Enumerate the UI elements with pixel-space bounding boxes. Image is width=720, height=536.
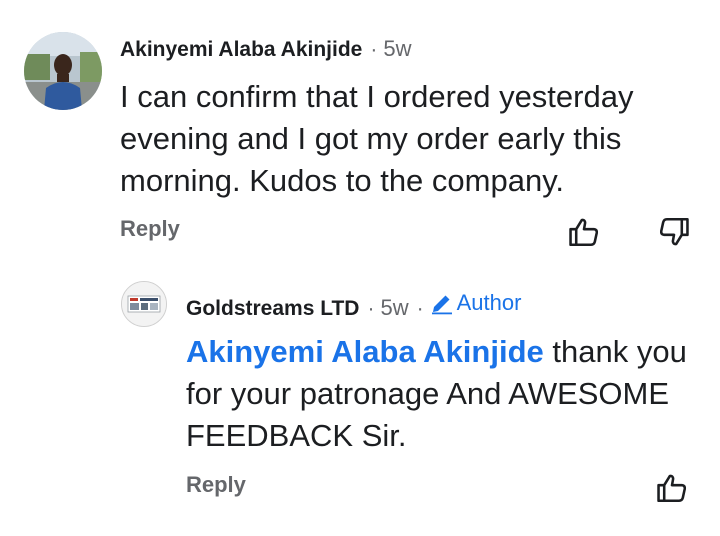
author-badge: Author xyxy=(430,290,522,316)
reply-author-name[interactable]: Goldstreams LTD xyxy=(186,297,359,321)
comment-header: Akinyemi Alaba Akinjide · 5w xyxy=(120,36,411,62)
reply-header: Goldstreams LTD · 5w · Author xyxy=(186,290,521,321)
mention-link[interactable]: Akinyemi Alaba Akinjide xyxy=(186,334,544,369)
pencil-icon xyxy=(431,295,452,315)
separator-dot: · xyxy=(367,297,375,320)
separator-dot: · xyxy=(416,297,424,320)
reply-timestamp[interactable]: 5w xyxy=(380,295,408,321)
thumbs-down-icon[interactable] xyxy=(656,214,692,250)
thumbs-up-icon[interactable] xyxy=(654,470,690,506)
author-badge-label: Author xyxy=(456,290,522,315)
comment-text: I can confirm that I ordered yesterday e… xyxy=(120,79,634,198)
reply-button[interactable]: Reply xyxy=(120,216,180,242)
thumbs-up-icon[interactable] xyxy=(566,214,602,250)
commenter-avatar[interactable] xyxy=(24,32,102,110)
comment-timestamp[interactable]: 5w xyxy=(383,36,411,62)
reply-button[interactable]: Reply xyxy=(186,472,246,498)
reply-author-avatar[interactable] xyxy=(121,281,167,327)
separator-dot: · xyxy=(370,38,378,61)
reply-text: Akinyemi Alaba Akinjide thank you for yo… xyxy=(186,331,696,457)
comment-author-name[interactable]: Akinyemi Alaba Akinjide xyxy=(120,38,362,62)
